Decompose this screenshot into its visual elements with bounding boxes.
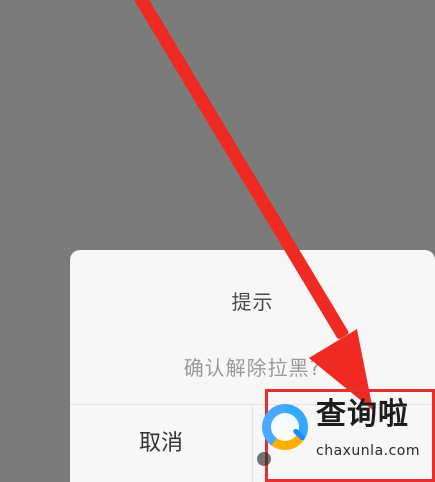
confirmation-dialog: 提示 确认解除拉黑? 取消 (70, 250, 435, 482)
screenshot-stage: 提示 确认解除拉黑? 取消 查询啦 chaxunla.com (0, 0, 435, 482)
confirm-button-partial[interactable] (257, 452, 271, 466)
dialog-actions: 取消 (70, 405, 435, 482)
cancel-button[interactable]: 取消 (70, 405, 252, 482)
dialog-message: 确认解除拉黑? (183, 356, 322, 380)
action-divider (252, 405, 253, 482)
dialog-title: 提示 (231, 290, 274, 314)
